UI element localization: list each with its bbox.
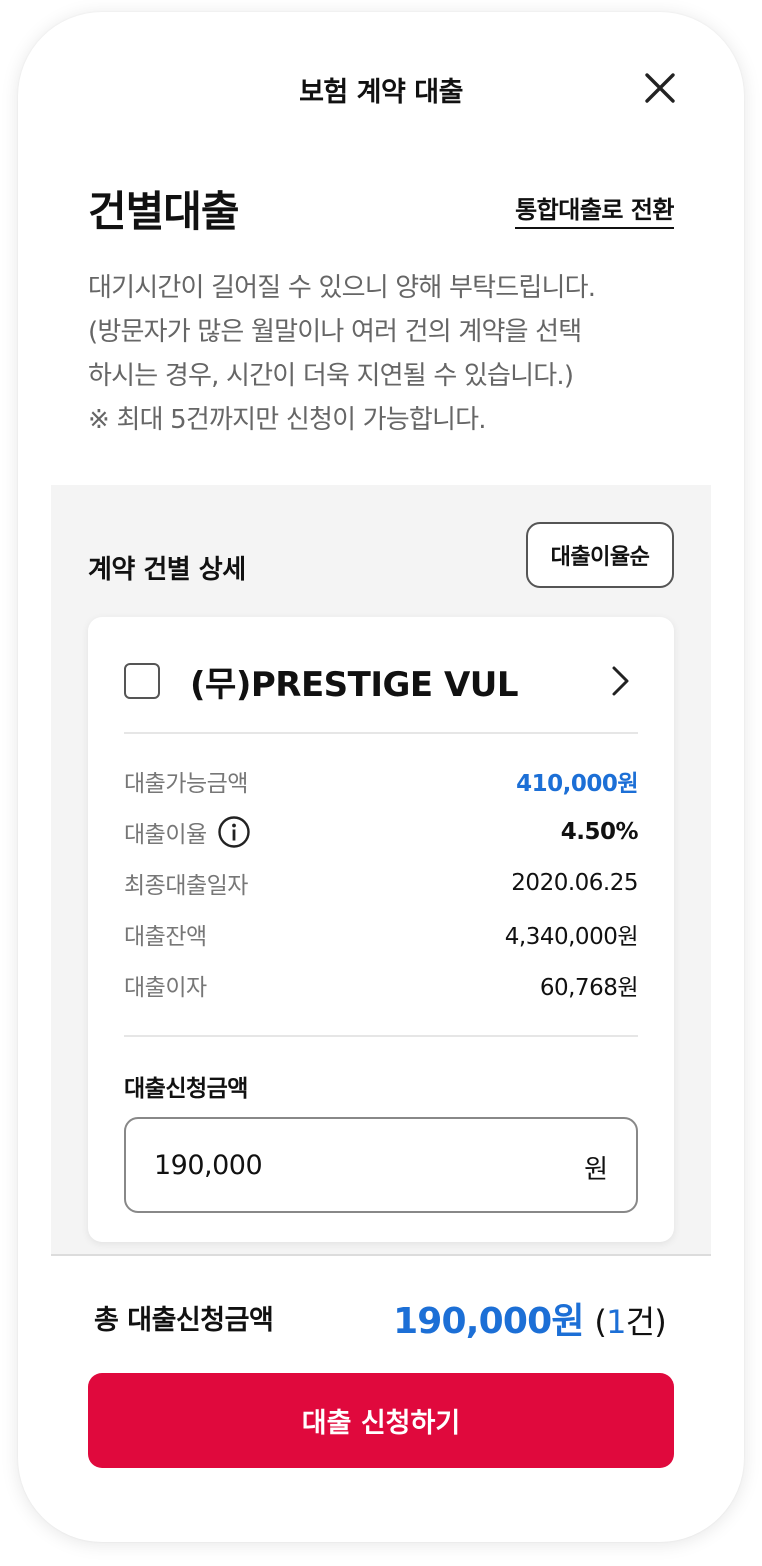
contract-name: (무)PRESTIGE VUL [190,665,519,705]
contract-detail-section: 계약 건별 상세 대출이율순 (무)PRESTIGE VUL 대출가능금액 41… [51,485,711,1255]
row-label: 대출가능금액 [124,771,248,797]
contract-checkbox[interactable] [124,663,160,699]
apply-amount-label: 대출신청금액 [124,1076,248,1102]
contract-card: (무)PRESTIGE VUL 대출가능금액 410,000원 대출이율 4.5… [88,617,674,1242]
row-label: 대출잔액 [124,924,207,950]
currency-unit: 원 [584,1155,608,1185]
paren: ( [594,1303,607,1341]
header-title: 보험 계약 대출 [299,77,463,108]
notice-line: (방문자가 많은 월말이나 여러 건의 계약을 선택 [88,317,582,347]
chevron-right-icon[interactable] [600,661,640,701]
notice-line: 하시는 경우, 시간이 더욱 지연될 수 있습니다.) [88,361,574,391]
total-amount: 190,000원 (1건) [393,1292,667,1344]
header: 보험 계약 대출 [18,12,744,164]
page-title: 건별대출 [88,187,240,236]
submit-loan-button[interactable]: 대출 신청하기 [88,1373,674,1468]
row-value: 410,000원 [516,771,638,797]
sort-by-rate-button[interactable]: 대출이율순 [526,522,674,588]
row-value: 2020.06.25 [511,870,638,896]
apply-amount-input[interactable] [154,1119,534,1211]
row-value: 4.50% [560,819,639,845]
row-label-wrap: 대출이율 [124,815,251,849]
notice-line: 대기시간이 길어질 수 있으니 양해 부탁드립니다. [88,273,596,303]
row-label: 대출이율 [124,822,207,848]
row-last-loan-date: 최종대출일자 2020.06.25 [124,865,638,901]
row-label: 최종대출일자 [124,873,248,899]
row-loan-balance: 대출잔액 4,340,000원 [124,916,639,952]
row-interest-rate: 대출이율 4.50% [124,814,639,850]
section-title: 계약 건별 상세 [88,555,246,585]
row-loan-interest: 대출이자 60,768원 [124,967,639,1003]
switch-to-integrated-link[interactable]: 통합대출로 전환 [515,190,674,229]
info-icon[interactable] [217,815,251,849]
divider [124,732,638,734]
close-icon[interactable] [640,68,680,108]
divider [51,1254,711,1256]
total-label: 총 대출신청금액 [94,1305,274,1336]
total-count: 1 [606,1303,626,1341]
phone-frame: 보험 계약 대출 건별대출 통합대출로 전환 대기시간이 길어질 수 있으니 양… [18,12,744,1542]
count-unit: 건) [625,1303,667,1341]
row-value: 60,768원 [539,975,639,1001]
row-available-amount: 대출가능금액 410,000원 [124,763,638,799]
notice-line: ※ 최대 5건까지만 신청이 가능합니다. [88,405,487,435]
notice-text: 대기시간이 길어질 수 있으니 양해 부탁드립니다. (방문자가 많은 월말이나… [88,266,688,442]
apply-amount-field: 원 [124,1117,638,1213]
total-amount-value: 190,000원 [393,1301,585,1342]
row-value: 4,340,000원 [504,924,639,950]
divider [124,1035,638,1037]
row-label: 대출이자 [124,975,207,1001]
